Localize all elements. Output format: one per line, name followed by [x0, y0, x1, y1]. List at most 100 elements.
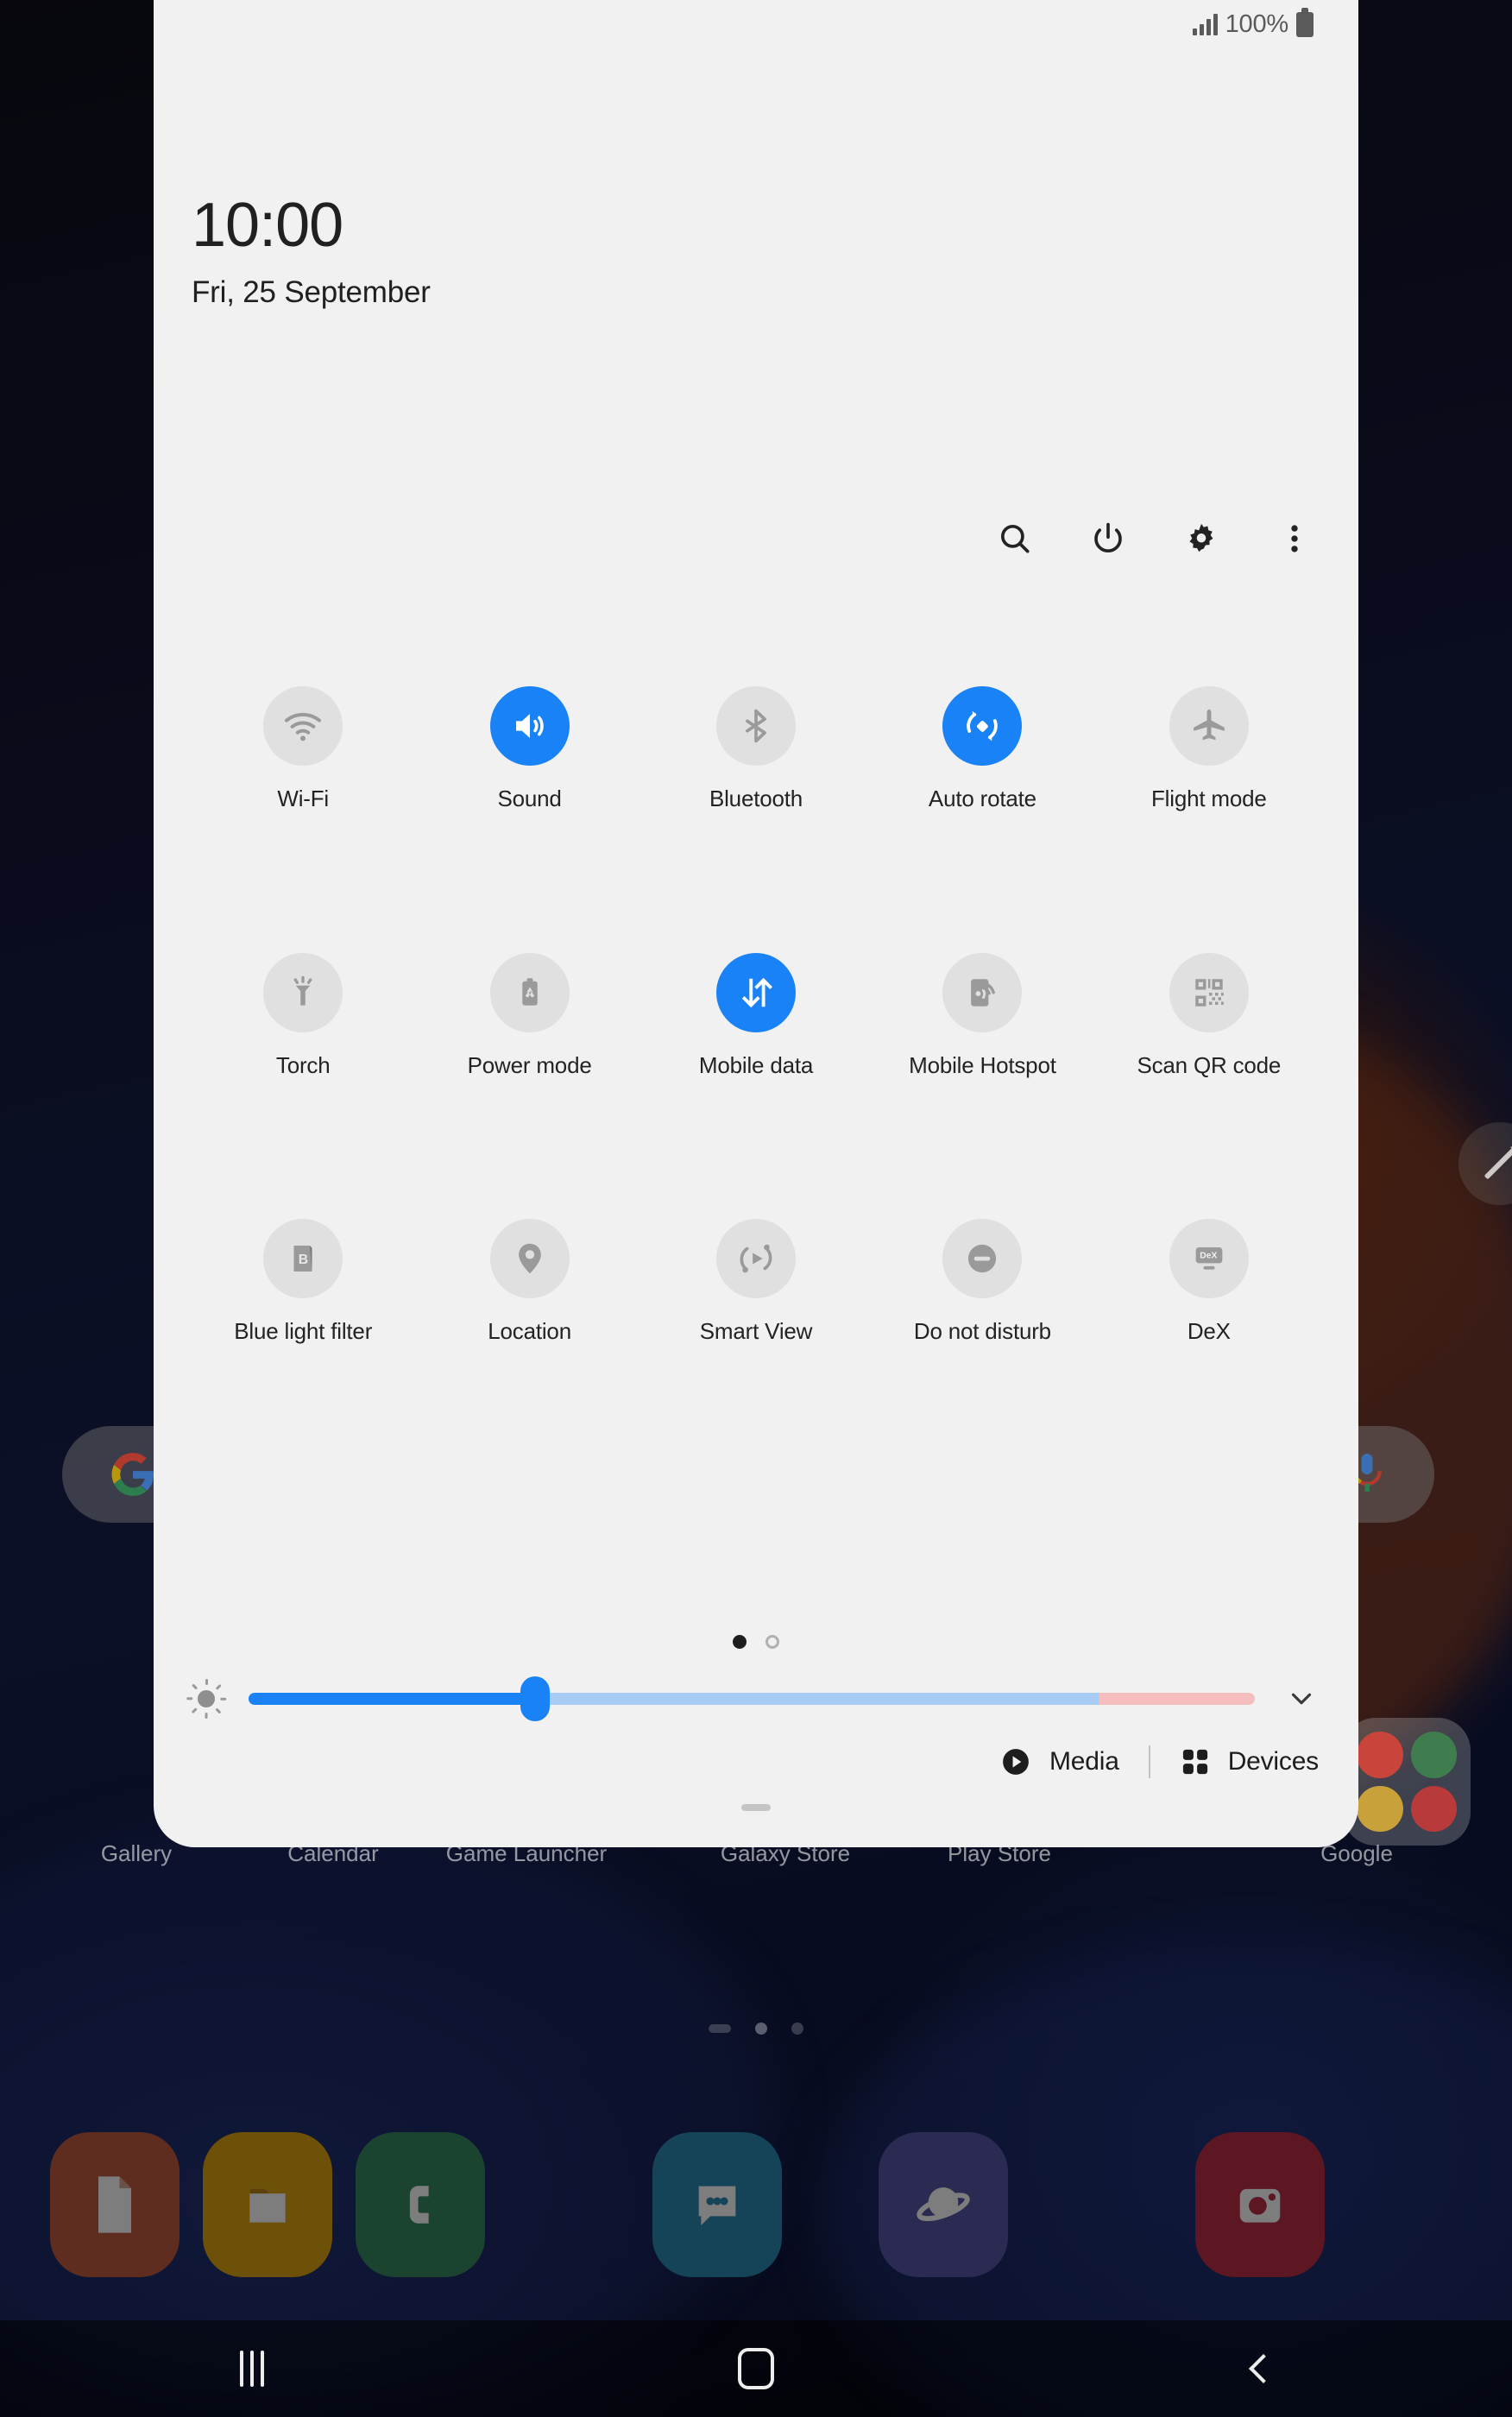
flashlight-icon: [263, 953, 343, 1033]
tile-flight-mode[interactable]: Flight mode: [1096, 686, 1322, 813]
device-screen: Gallery Calendar Game Launcher Galaxy St…: [0, 0, 1512, 2417]
tile-row: Torch Power mode Mobile data Mobile Hots…: [154, 953, 1358, 1080]
page-dot-active[interactable]: [733, 1635, 747, 1649]
tile-label: Blue light filter: [234, 1317, 373, 1344]
gear-icon[interactable]: [1177, 514, 1225, 563]
tile-label: Wi-Fi: [277, 786, 330, 811]
blue-light-filter-icon: B: [263, 1218, 343, 1298]
drag-handle[interactable]: [741, 1804, 771, 1811]
clock-date: Fri, 25 September: [192, 275, 431, 309]
tile-label: Do not disturb: [913, 1317, 1051, 1344]
mobile-data-icon: [716, 953, 797, 1033]
panel-footer: Media Devices: [999, 1745, 1319, 1778]
devices-button[interactable]: Devices: [1180, 1746, 1319, 1777]
wifi-icon: [263, 686, 343, 766]
power-icon[interactable]: [1084, 514, 1132, 563]
tile-power-mode[interactable]: Power mode: [416, 953, 642, 1080]
tile-do-not-disturb[interactable]: Do not disturb: [869, 1218, 1095, 1346]
chevron-down-icon[interactable]: [1277, 1675, 1326, 1723]
do-not-disturb-icon: [942, 1218, 1023, 1298]
quick-settings-tiles: Wi-Fi Sound Bluetooth Auto rotate Flight…: [154, 686, 1358, 1346]
tile-smart-view[interactable]: Smart View: [643, 1218, 869, 1346]
panel-action-bar: [991, 514, 1319, 563]
tile-label: Flight mode: [1151, 786, 1267, 811]
dock-item-internet[interactable]: [879, 2132, 1008, 2277]
recents-icon: [240, 2351, 264, 2387]
panel-page-indicator[interactable]: [154, 1635, 1358, 1649]
back-icon: [1249, 2354, 1278, 2383]
tile-label: Smart View: [699, 1317, 813, 1344]
dex-icon: DeX: [1169, 1218, 1249, 1298]
footer-divider: [1148, 1745, 1150, 1778]
tile-label: Location: [488, 1317, 571, 1344]
volume-icon: [489, 686, 570, 766]
power-mode-icon: [489, 953, 570, 1033]
dock-item-camera[interactable]: [1195, 2132, 1325, 2277]
auto-rotate-icon: [942, 686, 1023, 766]
tile-label: Bluetooth: [709, 786, 803, 811]
brightness-slider[interactable]: [249, 1676, 1255, 1721]
tile-scan-qr-code[interactable]: Scan QR code: [1096, 953, 1322, 1080]
tile-wifi[interactable]: Wi-Fi: [190, 686, 416, 813]
tile-auto-rotate[interactable]: Auto rotate: [869, 686, 1095, 813]
tile-label: Sound: [497, 786, 562, 811]
tile-dex[interactable]: DeX DeX: [1096, 1218, 1322, 1346]
tile-row: Wi-Fi Sound Bluetooth Auto rotate Flight…: [154, 686, 1358, 813]
hotspot-icon: [942, 953, 1023, 1033]
tile-label: Mobile data: [698, 1052, 814, 1079]
back-button[interactable]: [1182, 2320, 1338, 2417]
brightness-row: [154, 1675, 1358, 1723]
tile-location[interactable]: Location: [416, 1218, 642, 1346]
tile-mobile-data[interactable]: Mobile data: [643, 953, 869, 1080]
clock-block: 10:00 Fri, 25 September: [192, 194, 431, 310]
media-label: Media: [1049, 1747, 1119, 1776]
overflow-menu-icon[interactable]: [1270, 514, 1319, 563]
play-circle-icon: [1003, 1749, 1029, 1775]
bluetooth-icon: [716, 686, 797, 766]
search-icon[interactable]: [991, 514, 1039, 563]
dock-item-phone[interactable]: [356, 2132, 485, 2277]
dock-item-gallery[interactable]: [50, 2132, 180, 2277]
location-pin-icon: [489, 1218, 570, 1298]
devices-label: Devices: [1227, 1747, 1320, 1776]
signal-bars-icon: [1192, 13, 1218, 35]
google-folder-icon[interactable]: [1343, 1718, 1471, 1846]
tile-bluetooth[interactable]: Bluetooth: [643, 686, 869, 813]
tile-label: Torch: [275, 1052, 331, 1079]
media-button[interactable]: Media: [999, 1745, 1119, 1778]
google-g-icon: [110, 1452, 155, 1497]
tile-row: B Blue light filter Location Smart View …: [154, 1218, 1358, 1346]
smart-view-icon: [716, 1218, 797, 1298]
navigation-bar: [0, 2320, 1512, 2417]
tile-torch[interactable]: Torch: [190, 953, 416, 1080]
tile-mobile-hotspot[interactable]: Mobile Hotspot: [869, 953, 1095, 1080]
page-dot[interactable]: [765, 1635, 779, 1649]
tile-label: Mobile Hotspot: [909, 1052, 1056, 1079]
dock-item-messages[interactable]: [652, 2132, 782, 2277]
recents-button[interactable]: [174, 2320, 330, 2417]
tile-blue-light-filter[interactable]: B Blue light filter: [190, 1218, 416, 1346]
status-bar: 100%: [154, 0, 1358, 48]
clock-time: 10:00: [192, 191, 343, 260]
svg-text:B: B: [299, 1253, 308, 1267]
tile-label: Power mode: [467, 1052, 592, 1079]
home-icon: [738, 2348, 774, 2389]
tile-label: DeX: [1187, 1317, 1231, 1344]
quick-settings-panel: 100% 10:00 Fri, 25 September Wi-Fi Sound…: [154, 0, 1358, 1847]
dock-item-folder[interactable]: [203, 2132, 332, 2277]
battery-full-icon: [1296, 7, 1314, 37]
tile-sound[interactable]: Sound: [416, 686, 642, 813]
tile-label: Auto rotate: [928, 786, 1036, 811]
home-dock: [0, 2132, 1512, 2288]
slider-thumb[interactable]: [520, 1676, 551, 1721]
home-page-indicator: [0, 2011, 1512, 2046]
qr-code-icon: [1169, 953, 1249, 1033]
slider-track[interactable]: [249, 1693, 1255, 1705]
tile-label: Scan QR code: [1137, 1052, 1282, 1079]
battery-percentage: 100%: [1225, 9, 1289, 38]
brightness-icon: [186, 1679, 227, 1719]
svg-text:DeX: DeX: [1200, 1251, 1217, 1260]
airplane-icon: [1169, 686, 1249, 766]
grid-squares-icon: [1182, 1749, 1207, 1775]
home-button[interactable]: [678, 2320, 834, 2417]
